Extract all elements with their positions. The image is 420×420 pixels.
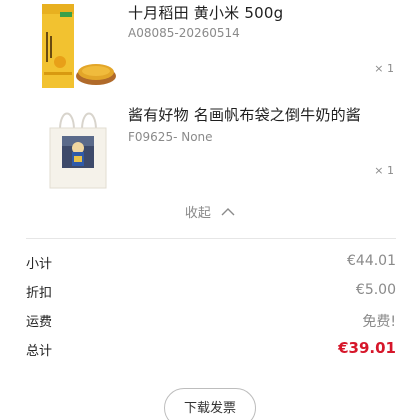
summary-total: 总计 €39.01 xyxy=(26,339,396,360)
discount-value: €5.00 xyxy=(355,282,396,298)
divider xyxy=(26,238,396,239)
shipping-label: 运费 xyxy=(26,315,53,330)
item-sku: A08085-20260514 xyxy=(128,26,240,40)
item-title[interactable]: 酱有好物 名画帆布袋之倒牛奶的酱 xyxy=(128,104,361,125)
order-item: 十月稻田 黄小米 500g A08085-20260514 × 1 xyxy=(0,0,420,94)
item-quantity: × 1 xyxy=(374,164,394,177)
total-value: €39.01 xyxy=(338,339,396,357)
item-title[interactable]: 十月稻田 黄小米 500g xyxy=(128,2,283,23)
discount-label: 折扣 xyxy=(26,286,53,301)
collapse-label: 收起 xyxy=(184,206,211,221)
summary-subtotal: 小计 €44.01 xyxy=(26,253,396,273)
subtotal-label: 小计 xyxy=(26,257,53,272)
download-invoice-button[interactable]: 下载发票 xyxy=(164,388,256,420)
millet-package-image xyxy=(38,2,118,90)
tote-bag-image xyxy=(38,102,118,190)
item-quantity: × 1 xyxy=(374,62,394,75)
total-label: 总计 xyxy=(26,344,53,359)
chevron-up-icon xyxy=(221,207,235,215)
order-item: 酱有好物 名画帆布袋之倒牛奶的酱 F09625- None × 1 xyxy=(0,96,420,190)
subtotal-value: €44.01 xyxy=(347,253,396,269)
summary-discount: 折扣 €5.00 xyxy=(26,282,396,302)
shipping-value: 免费! xyxy=(362,314,396,330)
summary-shipping: 运费 免费! xyxy=(26,311,396,331)
item-sku: F09625- None xyxy=(128,130,213,144)
collapse-toggle[interactable]: 收起 xyxy=(0,202,420,221)
